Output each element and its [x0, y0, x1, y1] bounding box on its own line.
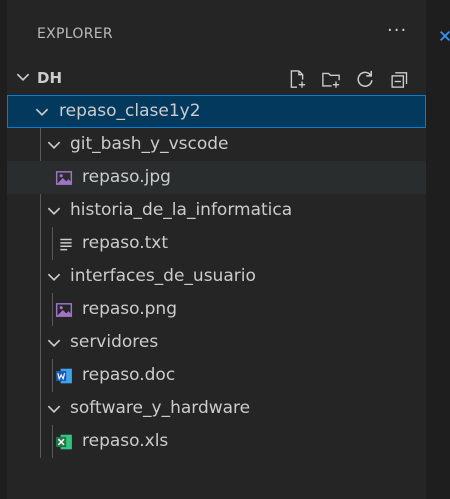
file-label: repaso.doc — [82, 365, 176, 385]
file-label: repaso.xls — [82, 431, 169, 451]
more-actions-button[interactable]: ··· — [387, 20, 407, 41]
explorer-panel: EXPLORER ··· DH repaso_clase1y2 git_bash… — [7, 0, 426, 499]
word-file-icon — [55, 367, 73, 385]
tree-row-file[interactable]: repaso.txt — [7, 227, 426, 260]
activity-bar-edge — [0, 0, 7, 499]
tree-row-folder[interactable]: servidores — [7, 326, 426, 359]
chevron-down-icon — [33, 103, 51, 125]
root-folder-label: repaso_clase1y2 — [59, 101, 201, 121]
file-label: repaso.txt — [82, 233, 169, 253]
tree-row-folder[interactable]: software_y_hardware — [7, 392, 426, 425]
new-file-icon[interactable] — [284, 66, 310, 92]
new-folder-icon[interactable] — [318, 66, 344, 92]
tree-row-file[interactable]: repaso.png — [7, 293, 426, 326]
image-file-icon — [55, 301, 73, 319]
chevron-down-icon — [45, 268, 63, 290]
file-label: repaso.png — [82, 299, 178, 319]
folder-label: interfaces_de_usuario — [70, 266, 256, 286]
chevron-down-icon — [45, 202, 63, 224]
folder-label: servidores — [70, 332, 159, 352]
folder-label: git_bash_y_vscode — [70, 134, 229, 154]
collapse-all-icon[interactable] — [386, 66, 412, 92]
chevron-down-icon — [45, 400, 63, 422]
tree-row-root-folder[interactable]: repaso_clase1y2 — [7, 95, 426, 128]
workspace-title: DH — [37, 69, 63, 87]
file-label: repaso.jpg — [82, 167, 171, 187]
text-file-icon — [57, 235, 75, 253]
folder-label: historia_de_la_informatica — [70, 200, 293, 220]
tree-row-file[interactable]: repaso.doc — [7, 359, 426, 392]
folder-label: software_y_hardware — [70, 398, 251, 418]
chevron-down-icon — [45, 334, 63, 356]
tree-row-file[interactable]: repaso.jpg — [7, 161, 426, 194]
excel-file-icon — [55, 433, 73, 451]
tree-row-folder[interactable]: interfaces_de_usuario — [7, 260, 426, 293]
chevron-down-icon — [45, 136, 63, 158]
section-actions — [284, 66, 412, 92]
workspace-section-header[interactable]: DH — [7, 62, 426, 94]
explorer-header: EXPLORER — [37, 26, 113, 42]
close-icon[interactable] — [438, 26, 450, 46]
tree-row-folder[interactable]: git_bash_y_vscode — [7, 128, 426, 161]
editor-area-edge — [426, 0, 450, 499]
tree-row-file[interactable]: repaso.xls — [7, 425, 426, 458]
chevron-down-icon — [14, 68, 32, 90]
refresh-icon[interactable] — [352, 66, 378, 92]
image-file-icon — [55, 169, 73, 187]
tree-row-folder[interactable]: historia_de_la_informatica — [7, 194, 426, 227]
